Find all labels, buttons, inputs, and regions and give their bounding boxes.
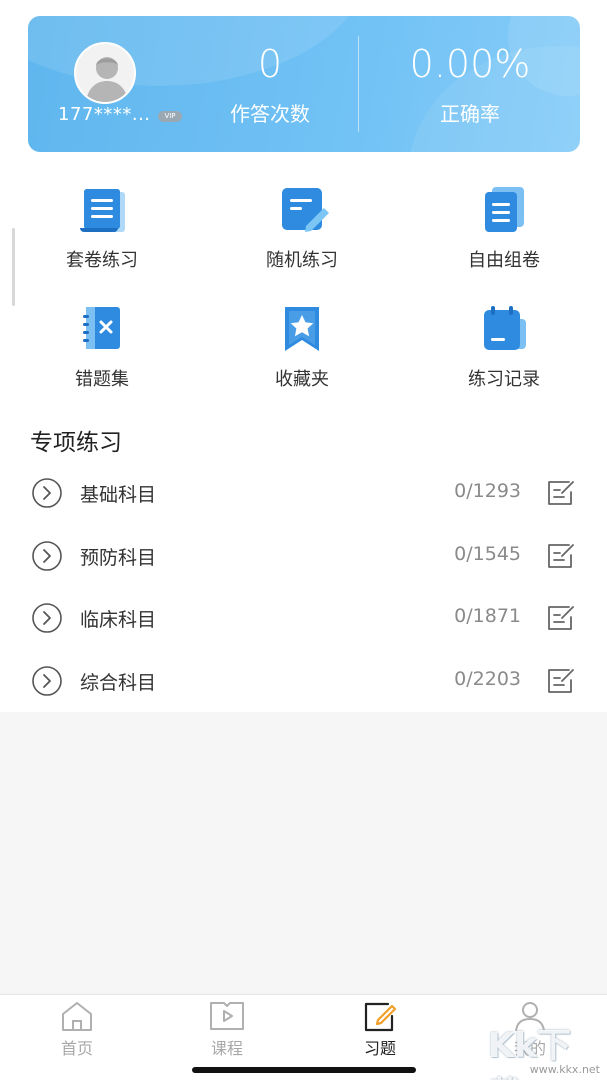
stats-divider [358,36,359,132]
subject-progress: 0/1545 [454,543,521,565]
edit-note-icon[interactable] [545,541,577,571]
home-indicator [192,1067,416,1073]
tab-label: 课程 [210,1039,243,1058]
pencil-note-icon [364,1002,397,1032]
tab-exercises[interactable]: 习题 [330,999,430,1059]
edit-note-icon[interactable] [545,478,577,508]
subject-name: 临床科目 [80,609,157,631]
grid-item-label: 练习记录 [468,369,540,390]
chevron-right-circle-icon[interactable] [31,602,63,634]
accuracy-stat: 0.00% 正确率 [380,42,560,127]
grid-item-label: 自由组卷 [468,250,540,271]
grid-item-wrong-questions[interactable]: 错题集 [22,303,182,403]
grid-item-label: 错题集 [75,369,129,390]
grid-item-practice-record[interactable]: 练习记录 [424,303,584,403]
tab-label: 首页 [60,1039,93,1058]
bookmark-star-icon [285,307,319,351]
subject-progress: 0/1871 [454,605,521,627]
grid-item-custom-paper[interactable]: 自由组卷 [424,184,584,284]
watermark: Kk下载 www.kkx.net [488,1012,604,1080]
vip-badge: VIP [158,111,182,122]
answers-label: 作答次数 [230,102,310,126]
stacked-documents-icon [485,187,524,232]
subject-name: 综合科目 [80,672,157,694]
wrong-notebook-icon [83,307,120,349]
chevron-right-circle-icon[interactable] [31,665,63,697]
subject-progress: 0/1293 [454,480,521,502]
subject-row-basic[interactable]: 基础科目 0/1293 [0,467,607,519]
avatar-person-icon [86,57,128,102]
edit-note-icon[interactable] [545,603,577,633]
edit-note-icon[interactable] [545,666,577,696]
section-title: 专项练习 [30,430,122,456]
tab-courses[interactable]: 课程 [177,999,277,1059]
subject-row-prevention[interactable]: 预防科目 0/1545 [0,530,607,582]
chevron-right-circle-icon[interactable] [31,540,63,572]
calendar-record-icon [484,306,526,350]
subject-progress: 0/2203 [454,668,521,690]
answers-count: 0 [257,42,283,86]
accuracy-value: 0.00% [409,42,531,86]
subject-row-clinical[interactable]: 临床科目 0/1871 [0,592,607,644]
subject-row-comprehensive[interactable]: 综合科目 0/2203 [0,655,607,707]
grid-item-label: 收藏夹 [275,369,329,390]
grid-item-random-practice[interactable]: 随机练习 [222,184,382,284]
grid-item-favorites[interactable]: 收藏夹 [222,303,382,403]
user-stats-card: 177****... VIP 0 作答次数 0.00% 正确率 [28,16,580,152]
play-book-icon [210,1002,244,1030]
subject-name: 预防科目 [80,547,157,569]
avatar[interactable] [74,42,136,104]
tab-home[interactable]: 首页 [27,999,127,1059]
user-phone[interactable]: 177****... [58,104,151,125]
watermark-url: www.kkx.net [529,1063,600,1076]
tab-label: 习题 [363,1039,396,1058]
edit-document-icon [282,188,329,232]
subject-name: 基础科目 [80,484,157,506]
answers-stat: 0 作答次数 [210,42,330,127]
scroll-document-icon [80,189,125,232]
home-icon [62,1002,92,1031]
grid-item-paper-practice[interactable]: 套卷练习 [22,184,182,284]
grid-item-label: 套卷练习 [66,250,138,271]
scroll-indicator [12,228,15,306]
accuracy-label: 正确率 [440,102,500,126]
grid-item-label: 随机练习 [266,250,338,271]
chevron-right-circle-icon[interactable] [31,477,63,509]
